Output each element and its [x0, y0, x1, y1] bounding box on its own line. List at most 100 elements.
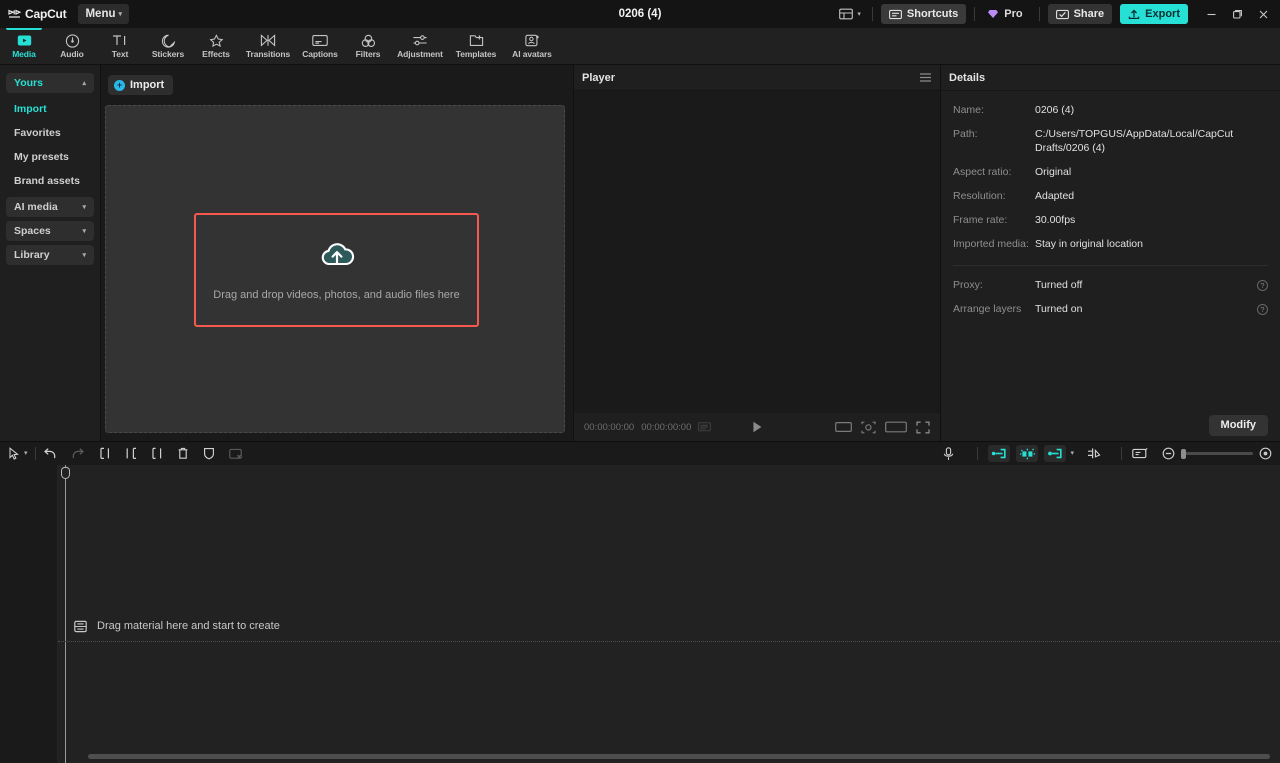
play-icon[interactable] [750, 420, 764, 434]
minimize-button[interactable] [1198, 3, 1224, 25]
maximize-button[interactable] [1224, 3, 1250, 25]
tab-label: AI avatars [512, 49, 552, 59]
tab-label: Stickers [151, 49, 185, 59]
export-button[interactable]: Export [1120, 4, 1188, 24]
record-voiceover-button[interactable] [943, 446, 954, 461]
sidebar-item-favorites[interactable]: Favorites [6, 121, 94, 145]
sidebar-item-my-presets[interactable]: My presets [6, 145, 94, 169]
aspect-ratio-icon[interactable] [835, 421, 852, 433]
share-button[interactable]: Share [1047, 4, 1113, 24]
mask-button[interactable] [203, 447, 215, 460]
fullscreen-icon[interactable] [916, 421, 930, 434]
delete-button[interactable] [177, 447, 189, 460]
sidebar-item-yours[interactable]: Yours ▴ [6, 73, 94, 93]
keyframe-toggle-3[interactable] [1044, 445, 1067, 462]
tab-text[interactable]: Text [96, 28, 144, 64]
tab-adjustment[interactable]: Adjustment [392, 28, 448, 64]
timeline-tracks[interactable]: Drag material here and start to create [58, 465, 1280, 763]
timeline-area[interactable]: Drag material here and start to create [0, 465, 1280, 763]
undo-button[interactable] [43, 447, 57, 460]
timeline-toolbar: ▾ ▾ [0, 441, 1280, 465]
playhead-handle[interactable] [61, 467, 70, 479]
media-library-area[interactable]: Drag and drop videos, photos, and audio … [105, 105, 565, 433]
layout-grid-icon [839, 8, 854, 20]
zoom-in-button[interactable] [1259, 447, 1272, 460]
timeline-scrollbar-thumb[interactable] [88, 754, 1270, 759]
tool-dropdown[interactable]: ▾ [24, 450, 28, 457]
magnifier-icon[interactable] [861, 421, 876, 434]
preview-toggle[interactable] [1132, 447, 1148, 460]
sidebar-item-ai-media[interactable]: AI media ▾ [6, 197, 94, 217]
audio-disc-icon [65, 33, 80, 48]
help-icon[interactable]: ? [1257, 304, 1268, 315]
sidebar-item-library[interactable]: Library ▾ [6, 245, 94, 265]
detail-label: Resolution: [953, 190, 1006, 202]
zoom-out-button[interactable] [1162, 447, 1175, 460]
tab-filters[interactable]: Filters [344, 28, 392, 64]
help-icon[interactable]: ? [1257, 280, 1268, 291]
player-controls: 00:00:00:00 00:00:00:00 [574, 413, 940, 441]
tab-label: Media [12, 49, 36, 59]
pro-button[interactable]: Pro [983, 4, 1030, 24]
keyframe-dropdown[interactable]: ▾ [1070, 450, 1074, 457]
select-cursor-tool[interactable] [8, 447, 20, 460]
shortcuts-button[interactable]: Shortcuts [880, 4, 967, 24]
detail-label: Path: [953, 128, 978, 140]
tab-label: Captions [302, 49, 338, 59]
trim-right-button[interactable] [151, 447, 163, 460]
sidebar-item-brand-assets[interactable]: Brand assets [6, 169, 94, 193]
modify-button[interactable]: Modify [1208, 414, 1268, 436]
tab-effects[interactable]: Effects [192, 28, 240, 64]
sidebar-item-spaces[interactable]: Spaces ▾ [6, 221, 94, 241]
split-button[interactable] [99, 447, 111, 460]
menu-button[interactable]: Menu ▾ [78, 4, 130, 24]
detail-label: Proxy: [953, 279, 983, 291]
tab-ai-avatars[interactable]: AI avatars [504, 28, 560, 64]
tab-label: Effects [202, 49, 230, 59]
divider [1121, 447, 1122, 460]
snap-toggle[interactable] [1086, 447, 1102, 460]
trim-left-button[interactable] [125, 447, 137, 460]
empty-track-hint[interactable]: Drag material here and start to create [58, 611, 1280, 641]
tab-stickers[interactable]: Stickers [144, 28, 192, 64]
effects-star-icon [208, 33, 224, 48]
detail-row-path: Path: C:/Users/TOPGUS/AppData/Local/CapC… [953, 127, 1268, 155]
crop-button[interactable] [228, 448, 242, 460]
keyboard-small-icon[interactable] [698, 422, 712, 432]
detail-row-proxy: Proxy: Turned off ? [953, 278, 1268, 292]
media-dropzone[interactable]: Drag and drop videos, photos, and audio … [194, 213, 479, 327]
player-header: Player [574, 65, 940, 91]
sidebar-item-label: Favorites [14, 127, 61, 139]
layout-switch-button[interactable]: ▾ [836, 6, 864, 22]
close-button[interactable] [1250, 3, 1276, 25]
sidebar-item-label: Import [14, 103, 47, 115]
tab-transitions[interactable]: Transitions [240, 28, 296, 64]
chevron-down-icon: ▾ [82, 204, 86, 211]
tab-captions[interactable]: Captions [296, 28, 344, 64]
timeline-scrollbar[interactable] [58, 754, 1280, 759]
detail-label: Arrange layers [953, 303, 1022, 315]
zoom-slider[interactable] [1181, 448, 1253, 459]
tab-label: Adjustment [397, 49, 443, 59]
keyframe-toggle-2[interactable] [1016, 445, 1039, 462]
divider [1038, 7, 1040, 21]
hamburger-icon[interactable] [919, 72, 932, 83]
zoom-slider-knob[interactable] [1181, 448, 1186, 459]
detail-value: Original [1035, 166, 1072, 178]
track-drop-divider [58, 641, 1280, 642]
tab-media[interactable]: Media [0, 28, 48, 64]
fit-screen-icon[interactable] [885, 421, 907, 433]
sidebar-item-import[interactable]: Import [6, 97, 94, 121]
sidebar-item-label: Yours [14, 77, 43, 89]
keyframe-toggle-1[interactable] [988, 445, 1011, 462]
current-time: 00:00:00:00 [584, 421, 635, 433]
tab-audio[interactable]: Audio [48, 28, 96, 64]
player-canvas[interactable] [574, 91, 940, 413]
redo-button[interactable] [71, 447, 85, 460]
detail-value: Turned off [1035, 279, 1083, 291]
tab-label: Templates [455, 49, 497, 59]
import-button[interactable]: + Import [108, 75, 174, 95]
tab-templates[interactable]: Templates [448, 28, 504, 64]
material-track-icon [74, 620, 87, 633]
detail-value: 0206 (4) [1035, 104, 1075, 116]
